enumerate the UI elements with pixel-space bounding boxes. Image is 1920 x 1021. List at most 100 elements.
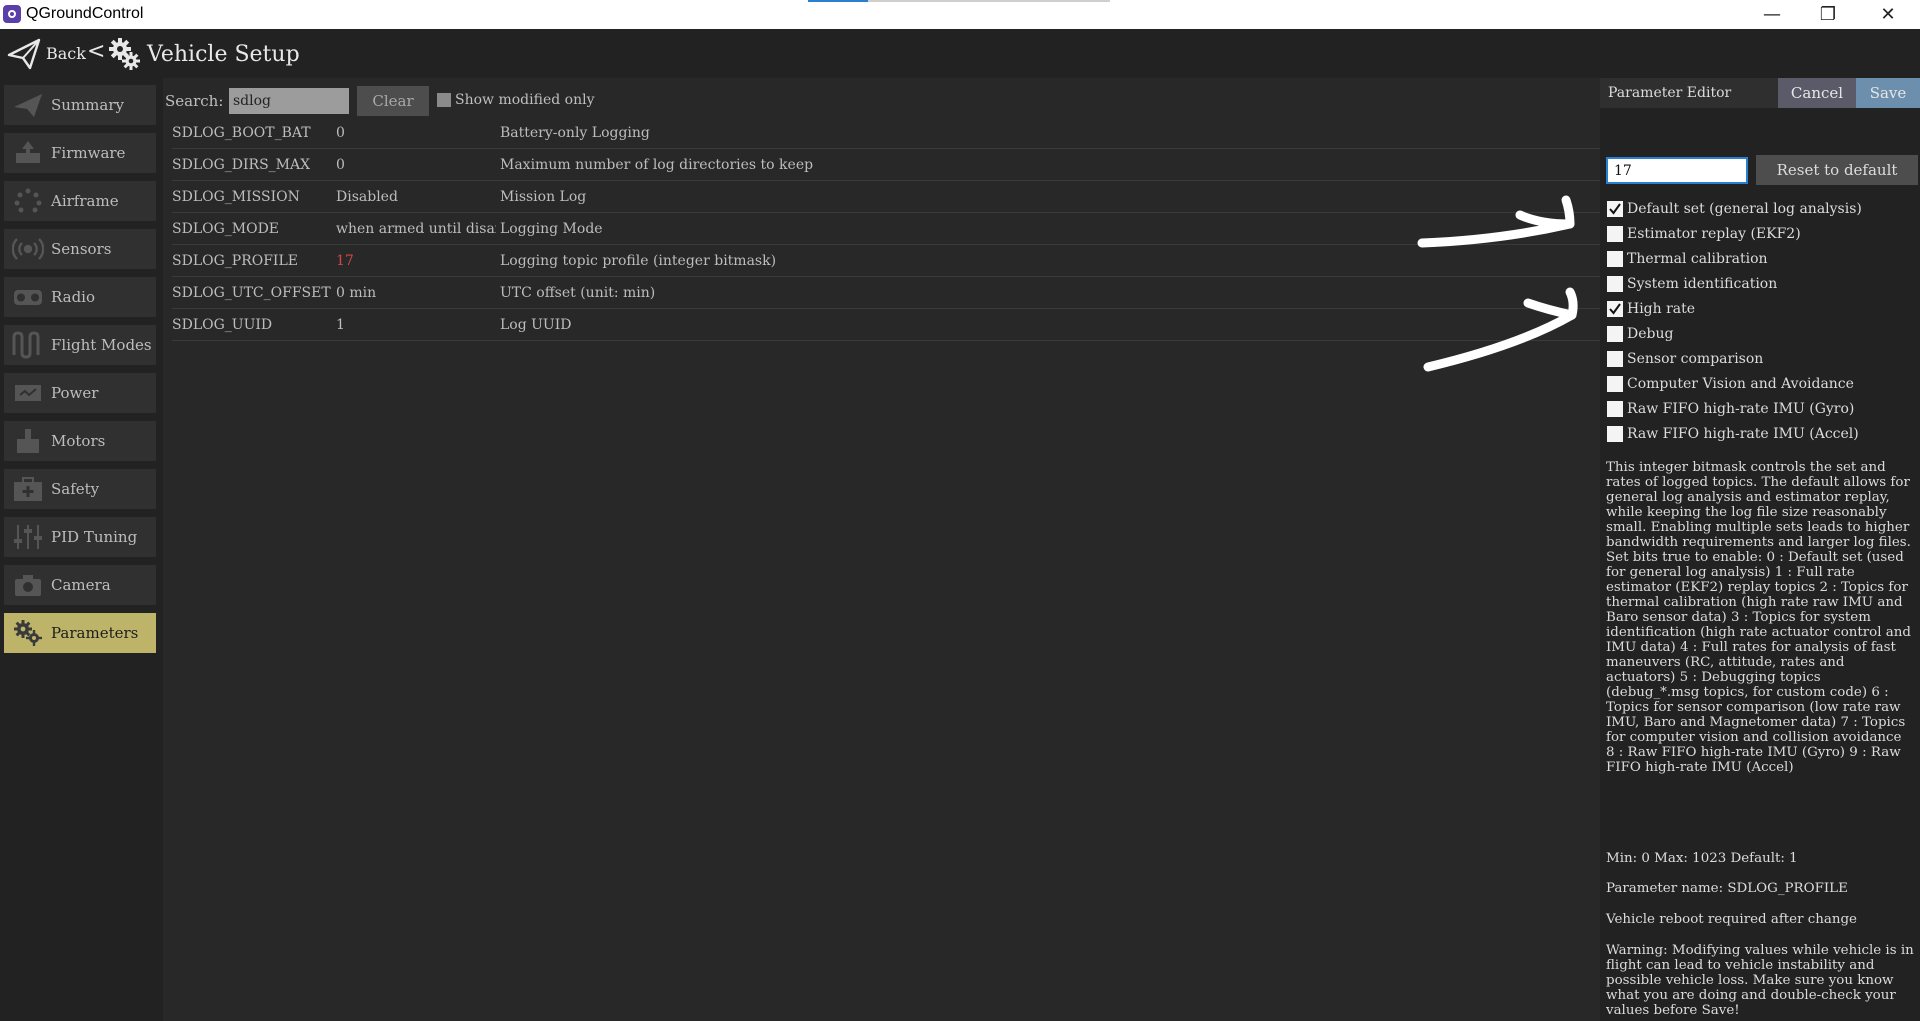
sidebar-item-sensors[interactable]: Sensors <box>4 229 156 269</box>
sidebar-item-label: Camera <box>51 576 111 594</box>
cancel-button[interactable]: Cancel <box>1778 78 1856 108</box>
table-row[interactable]: SDLOG_BOOT_BAT 0 Battery-only Logging <box>172 117 1600 149</box>
vehicle-setup-gear-icon <box>109 38 140 70</box>
clear-button[interactable]: Clear <box>357 86 429 116</box>
checkbox[interactable] <box>1607 426 1623 442</box>
parameter-value-input[interactable] <box>1606 157 1748 184</box>
sidebar-item-camera[interactable]: Camera <box>4 565 156 605</box>
sidebar-item-label: PID Tuning <box>51 528 138 546</box>
back-button[interactable]: Back <box>46 44 86 63</box>
sidebar-item-label: Airframe <box>51 192 119 210</box>
param-name: SDLOG_UTC_OFFSET <box>172 285 331 301</box>
sidebar-item-pid-tuning[interactable]: PID Tuning <box>4 517 156 557</box>
sidebar-item-parameters[interactable]: Parameters <box>4 613 156 653</box>
close-button[interactable]: ✕ <box>1860 0 1916 29</box>
param-value: 17 <box>336 253 354 269</box>
param-name: SDLOG_DIRS_MAX <box>172 157 311 173</box>
radio-icon <box>14 290 42 305</box>
param-value: 0 <box>336 125 345 141</box>
table-row[interactable]: SDLOG_UTC_OFFSET 0 min UTC offset (unit:… <box>172 277 1600 309</box>
sidebar-item-label: Firmware <box>51 144 126 162</box>
checkbox-label: System identification <box>1627 276 1778 292</box>
checkbox[interactable] <box>1607 301 1623 317</box>
restore-button[interactable]: ❐ <box>1800 0 1856 29</box>
param-value: Disabled <box>336 189 398 205</box>
param-value: 0 min <box>336 285 377 301</box>
search-label: Search: <box>165 92 224 110</box>
param-name: SDLOG_BOOT_BAT <box>172 125 311 141</box>
sidebar-item-flight-modes[interactable]: Flight Modes <box>4 325 156 365</box>
parameter-help-text: This integer bitmask controls the set an… <box>1606 460 1911 775</box>
window-title-bar: QGroundControl — ❐ ✕ <box>0 0 1920 29</box>
show-modified-label: Show modified only <box>455 92 595 108</box>
param-description: Logging Mode <box>500 221 603 237</box>
sidebar-item-label: Power <box>51 384 99 402</box>
table-row[interactable]: SDLOG_MISSION Disabled Mission Log <box>172 181 1600 213</box>
loading-progress-bar <box>808 0 1110 2</box>
checkbox[interactable] <box>1607 401 1623 417</box>
motors-icon <box>17 429 39 453</box>
checkbox-label: Sensor comparison <box>1627 351 1764 367</box>
sidebar-item-airframe[interactable]: Airframe <box>4 181 156 221</box>
gears-icon <box>14 620 42 646</box>
checkbox[interactable] <box>1607 351 1623 367</box>
paper-plane-icon[interactable] <box>6 35 42 71</box>
parameter-range: Min: 0 Max: 1023 Default: 1 <box>1606 851 1798 866</box>
safety-icon <box>14 477 42 501</box>
pid-tuning-icon <box>14 525 42 549</box>
plane-icon <box>14 94 42 117</box>
sidebar-item-label: Radio <box>51 288 96 306</box>
sidebar-item-label: Parameters <box>51 624 139 642</box>
param-value: when armed until disarm <box>336 221 496 237</box>
param-description: Logging topic profile (integer bitmask) <box>500 253 777 269</box>
sidebar-item-summary[interactable]: Summary <box>4 85 156 125</box>
sidebar-item-radio[interactable]: Radio <box>4 277 156 317</box>
sidebar-item-label: Motors <box>51 432 106 450</box>
checkbox-label: Default set (general log analysis) <box>1627 201 1862 217</box>
sidebar-item-safety[interactable]: Safety <box>4 469 156 509</box>
table-row[interactable]: SDLOG_UUID 1 Log UUID <box>172 309 1600 341</box>
table-row[interactable]: SDLOG_DIRS_MAX 0 Maximum number of log d… <box>172 149 1600 181</box>
sidebar-item-label: Flight Modes <box>51 336 152 354</box>
param-name: SDLOG_UUID <box>172 317 273 333</box>
checkbox-label: Raw FIFO high-rate IMU (Gyro) <box>1627 401 1855 417</box>
reboot-notice: Vehicle reboot required after change <box>1606 912 1857 927</box>
param-description: Maximum number of log directories to kee… <box>500 157 814 173</box>
checkbox[interactable] <box>1607 326 1623 342</box>
checkbox-label: Raw FIFO high-rate IMU (Accel) <box>1627 426 1859 442</box>
param-name: SDLOG_MODE <box>172 221 280 237</box>
param-description: Log UUID <box>500 317 572 333</box>
checkbox-label: High rate <box>1627 301 1696 317</box>
flight-warning-text: Warning: Modifying values while vehicle … <box>1606 943 1914 1018</box>
param-value: 1 <box>336 317 345 333</box>
sidebar-item-power[interactable]: Power <box>4 373 156 413</box>
power-icon <box>15 385 41 401</box>
checkmark-icon <box>1609 203 1621 215</box>
checkbox-label: Debug <box>1627 326 1674 342</box>
sidebar-item-firmware[interactable]: Firmware <box>4 133 156 173</box>
window-title: QGroundControl <box>26 5 144 22</box>
checkbox-label: Estimator replay (EKF2) <box>1627 226 1801 242</box>
checkbox[interactable] <box>1607 376 1623 392</box>
qgc-app-icon <box>3 5 21 23</box>
table-row[interactable]: SDLOG_PROFILE 17 Logging topic profile (… <box>172 245 1600 277</box>
sidebar-item-motors[interactable]: Motors <box>4 421 156 461</box>
minimize-button[interactable]: — <box>1744 0 1800 29</box>
chevron-left-icon: < <box>87 39 106 64</box>
sensors-icon <box>12 238 44 260</box>
reset-to-default-button[interactable]: Reset to default <box>1756 155 1918 185</box>
checkbox[interactable] <box>1607 276 1623 292</box>
param-name: SDLOG_PROFILE <box>172 253 298 269</box>
checkmark-icon <box>1609 303 1621 315</box>
table-row[interactable]: SDLOG_MODE when armed until disarm Loggi… <box>172 213 1600 245</box>
save-button[interactable]: Save <box>1856 78 1920 108</box>
sidebar-item-label: Safety <box>51 480 100 498</box>
param-description: Mission Log <box>500 189 587 205</box>
checkbox[interactable] <box>1607 251 1623 267</box>
sidebar-item-label: Summary <box>51 96 124 114</box>
checkbox[interactable] <box>1607 201 1623 217</box>
checkbox[interactable] <box>1607 226 1623 242</box>
search-input[interactable] <box>229 88 349 114</box>
show-modified-checkbox[interactable] <box>437 93 451 107</box>
camera-icon <box>15 575 41 596</box>
